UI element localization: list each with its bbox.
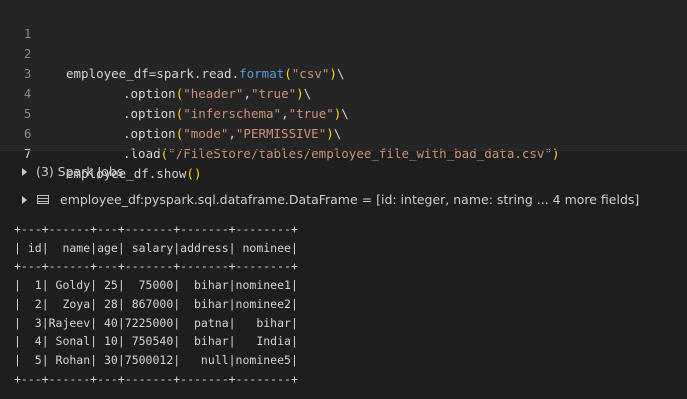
code-string: "true" [250, 86, 297, 101]
chevron-right-icon[interactable] [22, 168, 27, 176]
code-line-2[interactable]: 2 employee_df=spark.read.format("csv")\ [0, 24, 344, 81]
code-continuation: \ [336, 66, 345, 81]
table-row: | 5| Rohan| 30|7500012| null|nominee5| [14, 352, 298, 367]
table-row: | 3|Rajeev| 40|7225000| patna| bihar| [14, 315, 298, 330]
table-border: +---+------+---+-------+-------+--------… [14, 371, 298, 386]
code-line-7[interactable]: 7 employee_df.show() [0, 124, 201, 181]
table-icon [37, 195, 49, 204]
line-number: 7 [24, 147, 32, 161]
code-line-3[interactable]: 3 .option("header","true")\ [0, 44, 311, 101]
code-function: format [239, 66, 285, 81]
table-row: | 4| Sonal| 10| 750540| bihar| India| [14, 334, 298, 349]
code-comma: , [228, 126, 236, 141]
code-text: employee_df=spark.read. [66, 66, 240, 81]
spark-jobs-label: (3) Spark Jobs [36, 164, 124, 179]
code-comma: , [243, 86, 251, 101]
code-text: .option [123, 126, 176, 141]
code-text: .option [123, 106, 176, 121]
code-continuation: \ [341, 106, 349, 121]
code-line-4[interactable]: 4 .option("inferschema","true")\ [0, 64, 349, 121]
code-line-6[interactable]: 6 .load("/FileStore/tables/employee_file… [0, 104, 560, 161]
table-row: | 1| Goldy| 25| 75000| bihar|nominee1| [14, 278, 298, 293]
code-paren: ( [284, 66, 292, 81]
cell-divider [0, 150, 687, 151]
code-line-1[interactable]: 1 [0, 4, 31, 41]
code-paren: ) [326, 126, 334, 141]
dataframe-type: pyspark.sql.dataframe.DataFrame = [id: i… [144, 192, 640, 207]
table-border: +---+------+---+-------+-------+--------… [14, 222, 298, 236]
code-string: "/FileStore/tables/employee_file_with_ba… [168, 146, 552, 161]
code-continuation: \ [333, 126, 342, 141]
code-string: "PERMISSIVE" [235, 126, 327, 141]
code-text: .option [123, 86, 176, 101]
table-row: | 2| Zoya| 28| 867000| bihar|nominee2| [14, 296, 298, 311]
code-paren: ) [551, 146, 560, 161]
code-text: .load [123, 146, 161, 161]
dataframe-schema-toggle[interactable]: employee_df: pyspark.sql.dataframe.DataF… [0, 190, 687, 210]
code-editor[interactable]: 1 2 employee_df=spark.read.format("csv")… [0, 0, 687, 181]
code-string: "inferschema" [183, 106, 282, 121]
code-string: "csv" [291, 66, 330, 81]
code-string: "mode" [183, 126, 229, 141]
code-paren: ) [296, 86, 304, 101]
dataframe-name: employee_df: [60, 192, 145, 207]
table-header: | id| name|age| salary|address| nominee| [14, 240, 298, 255]
code-paren: ) [329, 66, 337, 81]
spark-jobs-toggle[interactable]: (3) Spark Jobs [0, 162, 200, 182]
code-string: "header" [183, 86, 244, 101]
chevron-right-icon[interactable] [22, 196, 27, 204]
code-line-5[interactable]: 5 .option("mode","PERMISSIVE")\ [0, 84, 341, 141]
show-output: +---+------+---+-------+-------+--------… [14, 220, 298, 388]
code-continuation: \ [303, 86, 312, 101]
code-string: "true" [288, 106, 334, 121]
table-border: +---+------+---+-------+-------+--------… [14, 259, 298, 274]
code-comma: , [281, 106, 289, 121]
